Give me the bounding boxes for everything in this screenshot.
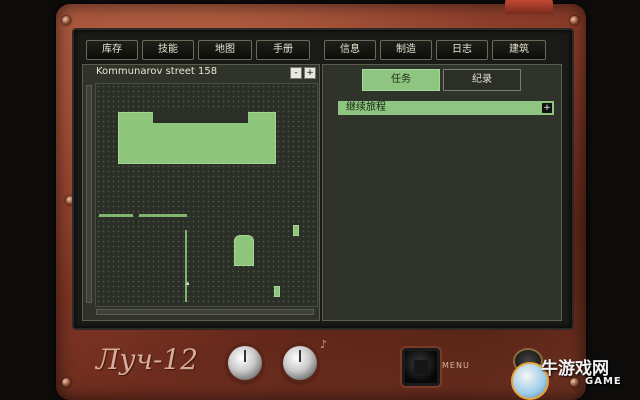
rivet-icon [570,16,579,25]
map-horizontal-scrollbar[interactable] [96,309,314,315]
device-logo: Луч-12 [96,343,199,376]
map-location-title: Kommunarov street 158 [96,66,218,77]
tab-inventory[interactable]: 库存 [86,40,138,60]
menu-button[interactable] [402,348,440,386]
music-note-icon: ♪ [320,338,328,351]
map-wall-vertical [185,230,187,302]
map-zoom-in-button[interactable]: + [304,67,316,79]
quest-item[interactable]: 继续旅程 + [338,101,554,115]
tab-records[interactable]: 纪录 [443,69,521,91]
rivet-icon [62,16,71,25]
menu-label: MENU [442,361,470,370]
map-object [274,286,280,297]
tab-journal[interactable]: 日志 [436,40,488,60]
map-canvas[interactable]: ▴ [95,83,318,307]
tuning-knob[interactable] [283,346,317,380]
map-vertical-scrollbar[interactable] [86,85,92,303]
volume-knob[interactable] [228,346,262,380]
tab-info[interactable]: 信息 [324,40,376,60]
map-wall-segment [99,214,133,217]
tab-quests[interactable]: 任务 [362,69,440,91]
tab-skills[interactable]: 技能 [142,40,194,60]
tab-building[interactable]: 建筑 [492,40,546,60]
map-object [293,225,299,236]
quest-expand-button[interactable]: + [542,103,552,113]
map-room-small [234,235,254,266]
map-zoom-out-button[interactable]: - [290,67,302,79]
tab-map[interactable]: 地图 [198,40,252,60]
map-wall-segment [139,214,187,217]
watermark-logo: 牛游戏网 GAME [505,346,640,400]
quest-item-label: 继续旅程 [346,102,386,113]
watermark-subtext: GAME [585,376,622,387]
casing-top-flap [505,0,553,14]
map-room-notch [153,111,248,123]
player-marker-icon: ▴ [186,279,190,287]
tab-manual[interactable]: 手册 [256,40,310,60]
rivet-icon [62,378,71,387]
tab-crafting[interactable]: 制造 [380,40,432,60]
